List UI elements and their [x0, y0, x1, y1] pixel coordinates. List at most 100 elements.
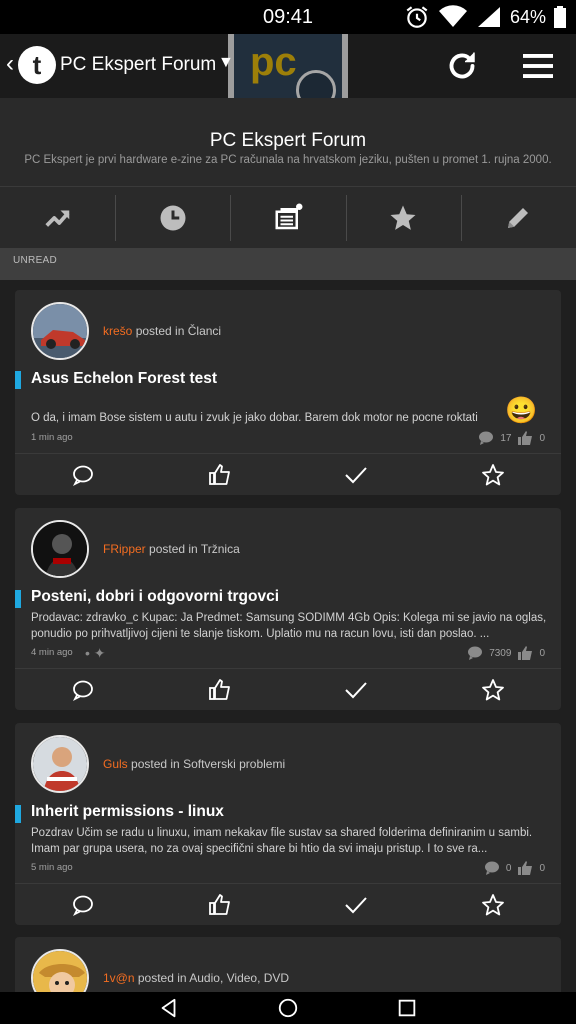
star-icon — [390, 205, 416, 230]
like-button[interactable] — [152, 884, 289, 925]
forum-name[interactable]: Audio, Video, DVD — [189, 971, 289, 985]
signal-icon — [477, 7, 500, 27]
checkmark-icon — [345, 896, 367, 913]
mark-read-button[interactable] — [288, 454, 425, 495]
post-stats: 7309 0 — [467, 646, 545, 660]
posted-in-label: posted in — [149, 542, 198, 556]
post-time: 5 min ago — [31, 862, 73, 873]
status-icons: 64% — [404, 4, 566, 30]
card-actions — [15, 668, 561, 710]
battery-icon — [554, 6, 566, 28]
posted-in-line: Guls posted in Softverski problemi — [103, 757, 285, 771]
reply-button[interactable] — [15, 884, 152, 925]
topic-card[interactable]: Guls posted in Softverski problemi Inher… — [15, 723, 561, 925]
refresh-icon[interactable] — [444, 48, 480, 84]
alarm-icon — [406, 6, 428, 28]
section-label: UNREAD — [13, 255, 58, 266]
comment-icon — [73, 465, 94, 486]
tab-timeline[interactable] — [115, 187, 230, 248]
posted-in-line: FRipper posted in Tržnica — [103, 542, 240, 556]
mark-read-button[interactable] — [288, 884, 425, 925]
accent-bar — [15, 805, 21, 823]
hamburger-menu-icon[interactable] — [520, 48, 556, 84]
posted-in-label: posted in — [131, 757, 180, 771]
comment-icon — [73, 680, 94, 701]
posted-in-line: 1v@n posted in Audio, Video, DVD — [103, 971, 289, 985]
star-outline-icon — [481, 678, 504, 700]
avatar[interactable] — [31, 520, 89, 578]
checkmark-icon — [345, 466, 367, 483]
wifi-icon — [438, 5, 467, 27]
back-chevron-icon[interactable]: ‹ — [6, 50, 14, 78]
mark-read-button[interactable] — [288, 669, 425, 710]
forum-name[interactable]: Članci — [188, 324, 221, 338]
tapatalk-logo[interactable]: t — [18, 46, 56, 84]
card-actions — [15, 883, 561, 925]
topic-card[interactable]: 1v@n posted in Audio, Video, DVD — [15, 937, 561, 992]
nav-back-icon[interactable] — [158, 997, 180, 1019]
forum-header: PC Ekspert Forum PC Ekspert je prvi hard… — [0, 98, 576, 186]
like-button[interactable] — [152, 669, 289, 710]
app-title[interactable]: PC Ekspert Forum — [60, 54, 216, 76]
tab-favorites[interactable] — [345, 187, 461, 248]
topic-feed: krešo posted in Članci Asus Echelon Fore… — [0, 280, 576, 992]
avatar[interactable] — [31, 302, 89, 360]
avatar[interactable] — [31, 735, 89, 793]
battery-level: 64% — [509, 6, 546, 27]
topic-card[interactable]: FRipper posted in Tržnica Posteni, dobri… — [15, 508, 561, 710]
reply-count: 0 — [505, 862, 512, 874]
topic-title[interactable]: Posteni, dobri i odgovorni trgovci — [31, 588, 279, 606]
tab-trending[interactable] — [0, 187, 115, 248]
pencil-icon — [508, 207, 529, 228]
forum-tabs — [0, 186, 576, 248]
like-count: 0 — [539, 432, 545, 444]
follow-button[interactable] — [425, 454, 562, 495]
topic-title[interactable]: Asus Echelon Forest test — [31, 370, 217, 388]
card-actions — [15, 453, 561, 495]
posted-in-label: posted in — [135, 324, 185, 338]
nav-recents-icon[interactable] — [396, 997, 418, 1019]
forum-description: PC Ekspert je prvi hardware e-zine za PC… — [24, 154, 552, 166]
star-outline-icon — [481, 463, 504, 485]
topic-card[interactable]: krešo posted in Članci Asus Echelon Fore… — [15, 290, 561, 495]
reply-count: 17 — [500, 432, 512, 444]
thumbs-up-icon — [208, 678, 230, 700]
reply-button[interactable] — [15, 669, 152, 710]
checkmark-icon — [345, 681, 367, 698]
pin-icon: • ✦ — [85, 645, 106, 661]
author-name[interactable]: Guls — [103, 757, 128, 771]
unread-icon — [275, 203, 303, 229]
topic-snippet: O da, i imam Bose sistem u autu i zvuk j… — [31, 412, 478, 424]
topic-title[interactable]: Inherit permissions - linux — [31, 803, 224, 821]
trending-icon — [45, 210, 70, 227]
system-nav-bar — [0, 992, 576, 1024]
forum-title: PC Ekspert Forum — [209, 130, 367, 151]
post-time: 4 min ago — [31, 647, 73, 658]
posted-in-line: krešo posted in Članci — [103, 324, 221, 338]
avatar[interactable] — [31, 949, 89, 992]
posted-in-label: posted in — [137, 971, 187, 985]
comment-bubble-icon — [479, 431, 494, 445]
post-stats: 17 0 — [478, 431, 545, 445]
author-name[interactable]: 1v@n — [103, 971, 135, 985]
forum-name[interactable]: Softverski problemi — [183, 757, 285, 771]
like-button[interactable] — [152, 454, 289, 495]
accent-bar — [15, 371, 21, 389]
star-outline-icon — [481, 893, 504, 915]
author-name[interactable]: krešo — [103, 324, 132, 338]
status-bar: 09:41 64% — [0, 0, 576, 34]
thumbs-up-small-icon — [518, 861, 533, 875]
follow-button[interactable] — [425, 884, 562, 925]
author-name[interactable]: FRipper — [103, 542, 146, 556]
comment-bubble-icon — [484, 861, 499, 875]
tab-unread[interactable] — [230, 187, 345, 248]
forum-name[interactable]: Tržnica — [201, 542, 240, 556]
comment-icon — [73, 895, 94, 916]
follow-button[interactable] — [425, 669, 562, 710]
thumbs-up-small-icon — [518, 646, 533, 660]
post-stats: 0 0 — [484, 861, 545, 875]
tab-compose[interactable] — [460, 187, 576, 248]
dropdown-arrow-icon[interactable]: ▼ — [218, 54, 234, 72]
nav-home-icon[interactable] — [277, 997, 299, 1019]
reply-button[interactable] — [15, 454, 152, 495]
